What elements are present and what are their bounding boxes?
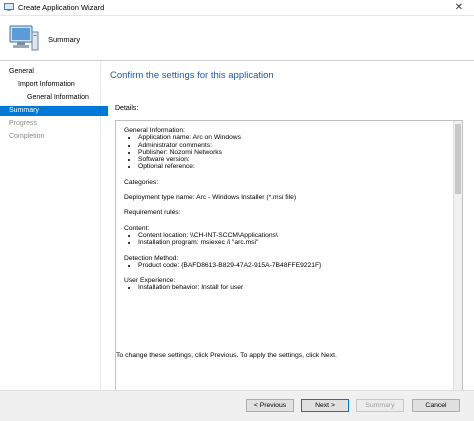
computer-icon <box>9 25 39 51</box>
cancel-button[interactable]: Cancel <box>412 399 460 412</box>
deployment-type-line: Deployment type name: Arc - Windows Inst… <box>124 194 297 202</box>
instruction-text: To change these settings, click Previous… <box>116 352 337 359</box>
wizard-header: Summary <box>0 16 474 61</box>
list-item: Installation behavior: Install for user <box>138 284 444 291</box>
close-button[interactable]: ✕ <box>444 0 474 15</box>
categories-line: Categories: <box>124 178 159 186</box>
scrollbar-thumb[interactable] <box>455 124 461 194</box>
general-information-section: General Information: Application name: A… <box>124 127 444 171</box>
page-title: Confirm the settings for this applicatio… <box>110 70 274 81</box>
list-item: Software version: <box>138 156 444 163</box>
application-wizard-icon <box>4 3 14 11</box>
detection-method-heading: Detection Method: <box>124 254 179 262</box>
main-panel: Confirm the settings for this applicatio… <box>101 61 474 420</box>
content-heading: Content: <box>124 224 150 232</box>
list-item: Administrator comments: <box>138 142 444 149</box>
previous-button[interactable]: < Previous <box>246 399 294 412</box>
list-item: Product code: {BAFD8613-B829-47A2-915A-7… <box>138 262 444 269</box>
list-item: Publisher: Nozomi Networks <box>138 149 444 156</box>
content-section: Content: Content location: \\CH-INT-SCCM… <box>124 225 444 247</box>
next-button[interactable]: Next > <box>301 399 349 412</box>
button-bar: < Previous Next > Summary Cancel <box>0 390 474 421</box>
sidebar-item-completion: Completion <box>9 133 45 140</box>
header-title: Summary <box>48 35 81 44</box>
list-item: Application name: Arc on Windows <box>138 134 444 141</box>
details-content: General Information: Application name: A… <box>124 127 444 300</box>
list-item: Content location: \\CH-INT-SCCM\Applicat… <box>138 232 444 239</box>
detection-method-section: Detection Method: Product code: {BAFD861… <box>124 255 444 270</box>
sidebar-item-import-information[interactable]: Import Information <box>0 80 117 90</box>
general-information-heading: General Information: <box>124 127 185 134</box>
window-title: Create Application Wizard <box>18 3 105 12</box>
list-item: Installation program: msiexec /i "arc.ms… <box>138 239 444 246</box>
sidebar-item-progress: Progress <box>9 120 38 127</box>
wizard-sidebar: General Import Information General Infor… <box>0 61 108 420</box>
details-scrollbar[interactable] <box>453 121 462 406</box>
close-icon: ✕ <box>454 2 464 13</box>
title-bar: Create Application Wizard ✕ <box>0 0 474 16</box>
user-experience-heading: User Experience: <box>124 277 176 285</box>
details-label: Details: <box>115 105 139 112</box>
summary-button: Summary <box>356 399 404 412</box>
user-experience-section: User Experience: Installation behavior: … <box>124 277 444 292</box>
requirement-rules-line: Requirement rules: <box>124 209 181 217</box>
sidebar-item-summary[interactable]: Summary <box>0 106 108 116</box>
sidebar-item-general[interactable]: General <box>0 67 108 77</box>
list-item: Optional reference: <box>138 163 444 170</box>
details-textbox[interactable]: General Information: Application name: A… <box>115 120 463 407</box>
